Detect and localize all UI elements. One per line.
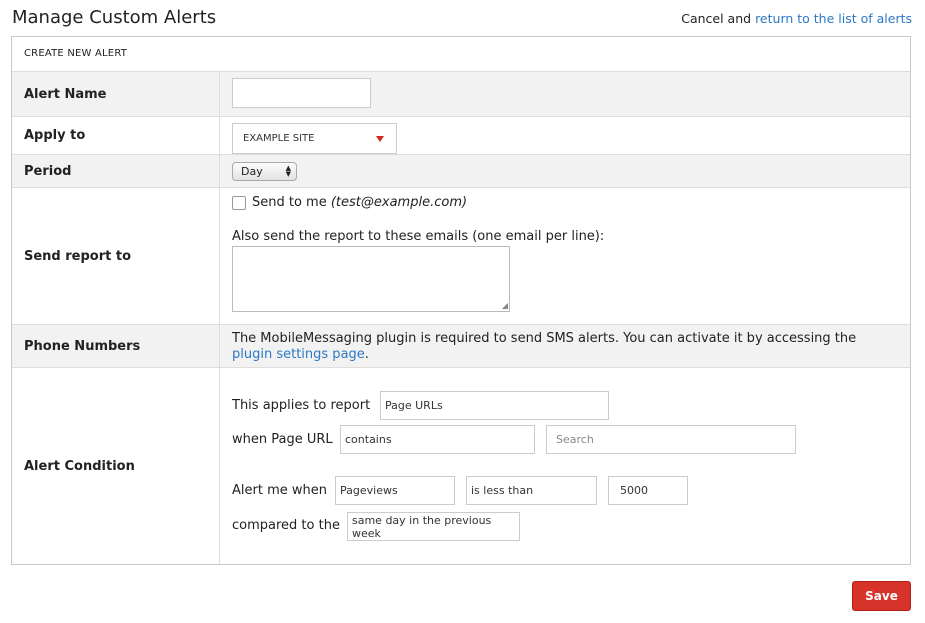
- phone-numbers-row: Phone Numbers The MobileMessaging plugin…: [12, 325, 910, 368]
- compared-to-label: compared to the: [232, 518, 340, 533]
- when-page-url-label: when Page URL: [232, 432, 333, 447]
- period-select[interactable]: Day ▲ ▼: [232, 162, 297, 181]
- save-button[interactable]: Save: [852, 581, 911, 611]
- create-alert-form: CREATE NEW ALERT Alert Name Apply to EXA…: [11, 36, 911, 565]
- alert-condition-row: Alert Condition This applies to report P…: [12, 368, 910, 564]
- threshold-input[interactable]: 5000: [608, 476, 688, 505]
- metric-select[interactable]: Pageviews: [335, 476, 455, 505]
- alert-me-when-label: Alert me when: [232, 483, 327, 498]
- cancel-area: Cancel and return to the list of alerts: [681, 11, 912, 26]
- send-to-me-label: Send to me: [252, 195, 327, 210]
- additional-emails-label: Also send the report to these emails (on…: [232, 229, 605, 244]
- dropdown-arrow-icon: [376, 136, 384, 142]
- compared-period-select[interactable]: same day in the previous week: [347, 512, 520, 541]
- alert-name-input[interactable]: [232, 78, 371, 108]
- user-email: (test@example.com): [330, 195, 468, 210]
- site-select-value: EXAMPLE SITE: [243, 133, 315, 144]
- send-to-me-checkbox[interactable]: [232, 195, 246, 210]
- send-report-label: Send report to: [12, 188, 220, 324]
- apply-to-label: Apply to: [12, 117, 220, 154]
- period-row: Period Day ▲ ▼: [12, 155, 910, 188]
- notice-period: .: [364, 347, 369, 362]
- alert-condition-label: Alert Condition: [12, 368, 220, 564]
- send-to-me-option: Send to me (test@example.com): [232, 195, 467, 210]
- url-match-select[interactable]: contains: [340, 425, 535, 454]
- form-header: CREATE NEW ALERT: [12, 37, 910, 72]
- phone-numbers-label: Phone Numbers: [12, 325, 220, 367]
- resize-grip-icon[interactable]: ◢: [502, 301, 508, 310]
- plugin-settings-link[interactable]: plugin settings page: [232, 347, 365, 362]
- alert-name-label: Alert Name: [12, 72, 220, 116]
- return-to-list-link[interactable]: return to the list of alerts: [755, 11, 912, 26]
- page-title: Manage Custom Alerts: [12, 7, 217, 28]
- cancel-text: Cancel and: [681, 11, 752, 26]
- period-label: Period: [12, 155, 220, 187]
- comparison-select[interactable]: is less than: [466, 476, 597, 505]
- url-search-input[interactable]: Search: [546, 425, 796, 454]
- alert-name-row: Alert Name: [12, 72, 910, 117]
- site-select[interactable]: EXAMPLE SITE: [232, 123, 397, 154]
- send-report-row: Send report to Send to me (test@example.…: [12, 188, 910, 325]
- report-select[interactable]: Page URLs: [380, 391, 609, 420]
- phone-numbers-notice: The MobileMessaging plugin is required t…: [232, 331, 890, 363]
- sms-plugin-notice: The MobileMessaging plugin is required t…: [232, 331, 857, 346]
- apply-to-row: Apply to EXAMPLE SITE: [12, 117, 910, 155]
- up-down-arrows-icon: ▲ ▼: [285, 164, 291, 178]
- period-select-value: Day: [241, 165, 263, 178]
- applies-to-report-label: This applies to report: [232, 398, 371, 413]
- additional-emails-textarea[interactable]: ◢: [232, 246, 510, 312]
